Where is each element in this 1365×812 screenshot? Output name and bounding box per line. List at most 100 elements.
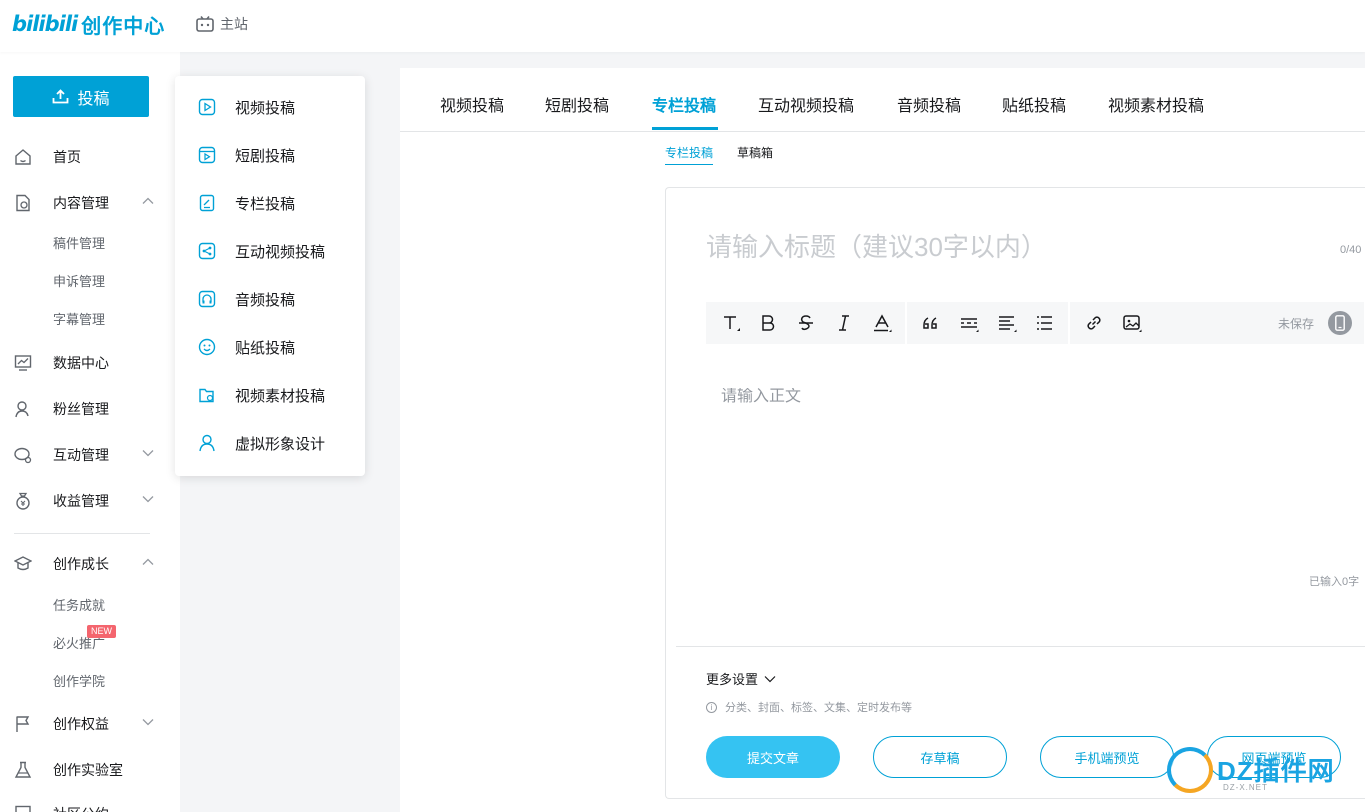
sidebar-item-income[interactable]: 收益管理 — [0, 486, 180, 516]
list-icon[interactable] — [1035, 313, 1055, 333]
sidebar-item-label: 创作权益 — [53, 716, 109, 732]
money-bag-icon — [16, 492, 30, 510]
link-icon[interactable] — [1084, 313, 1104, 333]
italic-icon[interactable] — [834, 313, 854, 333]
sidebar-item-interaction[interactable]: 互动管理 — [0, 440, 180, 470]
more-settings-toggle[interactable]: 更多设置 — [706, 669, 776, 688]
sidebar-item-lab[interactable]: 创作实验室 — [0, 755, 180, 785]
flask-icon — [14, 761, 32, 778]
home-link-label: 主站 — [220, 16, 248, 32]
logo[interactable]: bilibili 创作中心 — [12, 10, 165, 38]
strikethrough-icon[interactable] — [796, 313, 816, 333]
editor-divider — [676, 646, 1365, 647]
text-size-icon[interactable] — [721, 313, 741, 333]
dropdown-item-avatar[interactable]: 虚拟形象设计 — [175, 428, 365, 458]
quote-icon[interactable] — [921, 313, 941, 333]
chevron-up-icon — [142, 197, 154, 204]
dropdown-item-label: 贴纸投稿 — [235, 339, 296, 357]
dropdown-item-label: 视频素材投稿 — [235, 387, 326, 405]
tab-audio[interactable]: 音频投稿 — [897, 92, 961, 132]
upload-button-label: 投稿 — [77, 90, 110, 108]
chevron-up-icon — [142, 558, 154, 565]
flag-icon — [16, 716, 30, 732]
dropdown-item-material[interactable]: 视频素材投稿 — [175, 380, 365, 410]
dropdown-item-interactive[interactable]: 互动视频投稿 — [175, 236, 365, 266]
tab-article[interactable]: 专栏投稿 — [652, 92, 716, 132]
subtab-drafts[interactable]: 草稿箱 — [737, 144, 773, 161]
sidebar-subitem-tasks[interactable]: 任务成就 — [53, 596, 105, 616]
save-status: 未保存 — [1278, 317, 1315, 331]
sidebar-item-content[interactable]: 内容管理 — [0, 188, 180, 218]
editor-toolbar: 未保存 — [706, 302, 1364, 344]
sidebar-subitem-academy[interactable]: 创作学院 — [53, 672, 105, 692]
dropdown-item-label: 虚拟形象设计 — [235, 435, 326, 453]
title-input[interactable] — [706, 232, 1286, 263]
body-input[interactable] — [721, 388, 1301, 406]
subtab-article[interactable]: 专栏投稿 — [665, 144, 713, 161]
dropdown-item-article[interactable]: 专栏投稿 — [175, 188, 365, 218]
dropdown-item-video[interactable]: 视频投稿 — [175, 92, 365, 122]
chevron-down-icon — [142, 719, 154, 726]
main-panel: 视频投稿 短剧投稿 专栏投稿 互动视频投稿 音频投稿 贴纸投稿 视频素材投稿 专… — [400, 68, 1365, 812]
dropdown-item-label: 专栏投稿 — [235, 195, 296, 213]
pc-preview-button[interactable]: 网页端预览 — [1207, 736, 1341, 778]
sidebar-item-label: 首页 — [53, 149, 81, 165]
sidebar-item-growth[interactable]: 创作成长 — [0, 549, 180, 579]
submit-article-button[interactable]: 提交文章 — [706, 736, 840, 778]
sidebar-item-rights[interactable]: 创作权益 — [0, 709, 180, 739]
sidebar-item-data[interactable]: 数据中心 — [0, 348, 180, 378]
sidebar-subitem-appeals[interactable]: 申诉管理 — [53, 272, 105, 292]
document-icon — [16, 194, 30, 212]
dropdown-item-sticker[interactable]: 贴纸投稿 — [175, 332, 365, 362]
tv-icon — [196, 16, 214, 32]
info-icon: i — [706, 701, 717, 713]
mobile-preview-icon[interactable] — [1328, 311, 1352, 335]
headphones-icon — [198, 290, 216, 308]
drama-icon — [198, 146, 216, 164]
settings-hint: i 分类、封面、标签、文集、定时发布等 — [706, 699, 912, 715]
bold-icon[interactable] — [758, 313, 778, 333]
tab-material[interactable]: 视频素材投稿 — [1108, 92, 1204, 132]
sidebar-item-label: 内容管理 — [53, 195, 109, 211]
mobile-preview-button[interactable]: 手机端预览 — [1040, 736, 1174, 778]
upload-icon — [53, 89, 69, 104]
chevron-down-icon — [142, 496, 154, 503]
sidebar-item-label: 创作成长 — [53, 556, 109, 572]
tab-video[interactable]: 视频投稿 — [440, 92, 504, 132]
sidebar-divider — [14, 533, 150, 534]
sidebar-item-label: 粉丝管理 — [53, 401, 109, 417]
dropdown-item-drama[interactable]: 短剧投稿 — [175, 140, 365, 170]
dropdown-item-audio[interactable]: 音频投稿 — [175, 284, 365, 314]
active-subtab-indicator — [665, 164, 713, 165]
image-icon[interactable] — [1122, 313, 1142, 333]
tab-sticker[interactable]: 贴纸投稿 — [1002, 92, 1066, 132]
text-color-icon[interactable] — [872, 313, 892, 333]
save-draft-button[interactable]: 存草稿 — [873, 736, 1007, 778]
dropdown-item-label: 互动视频投稿 — [235, 243, 326, 261]
article-icon — [199, 194, 215, 212]
sidebar-subitem-subtitles[interactable]: 字幕管理 — [53, 310, 105, 330]
sidebar-item-label: 收益管理 — [53, 493, 109, 509]
bilibili-logo: bilibili — [12, 12, 78, 36]
upload-button[interactable]: 投稿 — [13, 76, 149, 117]
active-tab-indicator — [652, 127, 718, 130]
sticker-icon — [198, 338, 216, 356]
article-editor: 0/40 未保存 已输入0字 更多设置 i 分类、封面、标 — [665, 187, 1365, 799]
material-icon — [199, 388, 214, 403]
logo-text: 创作中心 — [81, 15, 166, 38]
tab-interactive[interactable]: 互动视频投稿 — [758, 92, 854, 132]
dropdown-item-label: 短剧投稿 — [235, 147, 296, 165]
sidebar-item-label: 创作实验室 — [53, 762, 123, 778]
word-count: 已输入0字 — [1309, 576, 1360, 588]
sidebar-item-community[interactable]: 社区公约 — [0, 799, 180, 812]
video-icon — [198, 98, 216, 116]
home-link[interactable]: 主站 — [196, 14, 248, 34]
sidebar-item-label: 互动管理 — [53, 447, 109, 463]
sidebar-item-fans[interactable]: 粉丝管理 — [0, 394, 180, 424]
divider-icon[interactable] — [959, 313, 979, 333]
align-icon[interactable] — [997, 313, 1017, 333]
sidebar-item-home[interactable]: 首页 — [0, 142, 180, 172]
sidebar-item-label: 社区公约 — [53, 804, 109, 812]
sidebar-subitem-manuscripts[interactable]: 稿件管理 — [53, 234, 105, 254]
tab-drama[interactable]: 短剧投稿 — [545, 92, 609, 132]
